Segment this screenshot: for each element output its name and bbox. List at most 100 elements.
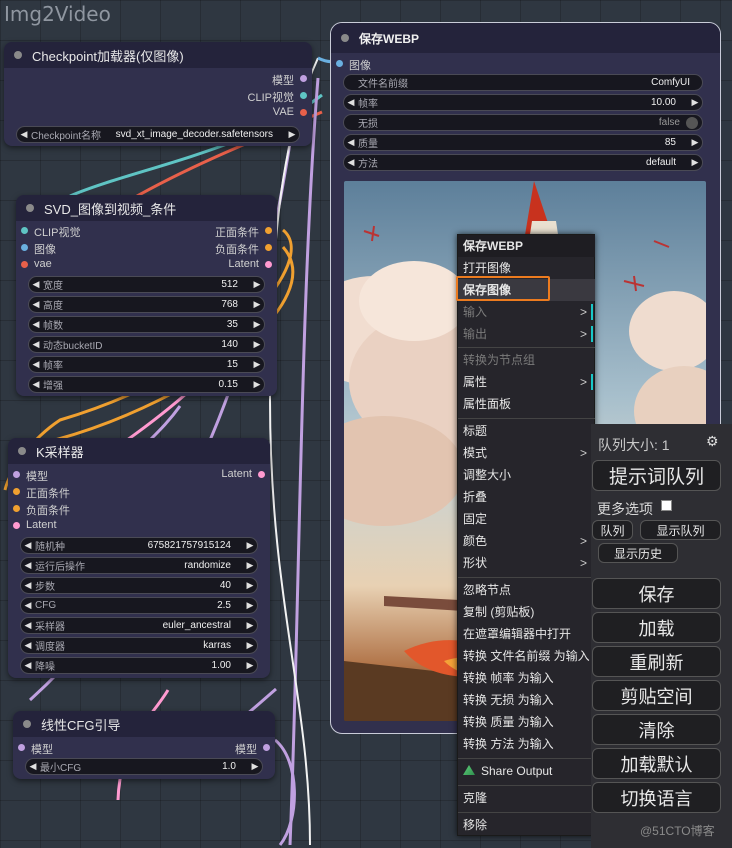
right-arrow-icon[interactable]: ▶ <box>243 580 257 591</box>
sampler-combo[interactable]: ◀ 采样器 euler_ancestral ▶ <box>20 617 258 634</box>
frames-number[interactable]: ◀ 帧数 35 ▶ <box>28 316 265 333</box>
left-arrow-icon[interactable]: ◀ <box>21 580 35 591</box>
method-combo[interactable]: ◀ 方法 default ▶ <box>343 154 703 171</box>
left-arrow-icon[interactable]: ◀ <box>21 620 35 631</box>
input-slot-latent[interactable] <box>13 522 20 529</box>
collapse-dot-icon[interactable] <box>14 51 22 59</box>
augmentation-number[interactable]: ◀ 增强 0.15 ▶ <box>28 376 265 393</box>
motion-bucket-number[interactable]: ◀ 动态bucketID 140 ▶ <box>28 336 265 353</box>
left-arrow-icon[interactable]: ◀ <box>29 279 43 290</box>
menu-bypass[interactable]: 忽略节点 <box>458 579 595 601</box>
width-number[interactable]: ◀ 宽度 512 ▶ <box>28 276 265 293</box>
queue-prompt-button[interactable]: 提示词队列 <box>592 460 721 491</box>
height-number[interactable]: ◀ 高度 768 ▶ <box>28 296 265 313</box>
load-default-button[interactable]: 加载默认 <box>592 748 721 779</box>
collapse-dot-icon[interactable] <box>23 720 31 728</box>
clear-button[interactable]: 清除 <box>592 714 721 745</box>
left-arrow-icon[interactable]: ◀ <box>21 560 35 571</box>
menu-convert-group[interactable]: 转换为节点组 <box>458 349 595 371</box>
right-arrow-icon[interactable]: ▶ <box>688 97 702 108</box>
save-button[interactable]: 保存 <box>592 578 721 609</box>
cfg-number[interactable]: ◀ CFG 2.5 ▶ <box>20 597 258 614</box>
right-arrow-icon[interactable]: ▶ <box>243 660 257 671</box>
seed-number[interactable]: ◀ 随机种 675821757915124 ▶ <box>20 537 258 554</box>
filename-prefix-text[interactable]: 文件名前缀 ComfyUI <box>343 74 703 91</box>
left-arrow-icon[interactable]: ◀ <box>344 137 358 148</box>
right-arrow-icon[interactable]: ▶ <box>250 279 264 290</box>
output-slot-positive[interactable] <box>265 227 272 234</box>
collapse-dot-icon[interactable] <box>26 204 34 212</box>
checkpoint-name-combo[interactable]: ◀ Checkpoint名称 svd_xt_image_decoder.safe… <box>16 126 300 143</box>
right-arrow-icon[interactable]: ▶ <box>243 620 257 631</box>
menu-convert-method[interactable]: 转换 方法 为输入 <box>458 733 595 755</box>
right-arrow-icon[interactable]: ▶ <box>250 339 264 350</box>
steps-number[interactable]: ◀ 步数 40 ▶ <box>20 577 258 594</box>
right-arrow-icon[interactable]: ▶ <box>243 540 257 551</box>
control-after-generate-combo[interactable]: ◀ 运行后操作 randomize ▶ <box>20 557 258 574</box>
menu-share-output[interactable]: Share Output <box>458 760 595 782</box>
left-arrow-icon[interactable]: ◀ <box>17 129 31 140</box>
right-arrow-icon[interactable]: ▶ <box>243 600 257 611</box>
menu-remove[interactable]: 移除 <box>458 814 595 836</box>
menu-convert-lossless[interactable]: 转换 无损 为输入 <box>458 689 595 711</box>
output-slot-latent[interactable] <box>265 261 272 268</box>
svd-conditioning-node[interactable]: SVD_图像到视频_条件 CLIP视觉 正面条件 图像 负面条件 vae Latent… <box>16 195 277 396</box>
output-slot-model[interactable] <box>300 75 307 82</box>
checkpoint-loader-node[interactable]: Checkpoint加载器(仅图像) 模型 CLIP视觉 VAE ◀ Check… <box>4 42 312 146</box>
right-arrow-icon[interactable]: ▶ <box>688 137 702 148</box>
right-arrow-icon[interactable]: ▶ <box>248 761 262 772</box>
fps-number[interactable]: ◀ 帧率 10.00 ▶ <box>343 94 703 111</box>
cfg-guidance-node[interactable]: 线性CFG引导 模型 模型 ◀ 最小CFG 1.0 ▶ <box>13 711 275 779</box>
input-slot-image[interactable] <box>21 244 28 251</box>
menu-convert-quality[interactable]: 转换 质量 为输入 <box>458 711 595 733</box>
left-arrow-icon[interactable]: ◀ <box>21 540 35 551</box>
left-arrow-icon[interactable]: ◀ <box>21 600 35 611</box>
menu-title-edit[interactable]: 标题 <box>458 420 595 442</box>
menu-properties-panel[interactable]: 属性面板 <box>458 393 595 415</box>
settings-gear-icon[interactable]: ⚙ <box>706 433 719 450</box>
right-arrow-icon[interactable]: ▶ <box>688 157 702 168</box>
quality-number[interactable]: ◀ 质量 85 ▶ <box>343 134 703 151</box>
output-slot-vae[interactable] <box>300 109 307 116</box>
menu-clone[interactable]: 克隆 <box>458 787 595 809</box>
right-arrow-icon[interactable]: ▶ <box>250 299 264 310</box>
input-slot-vae[interactable] <box>21 261 28 268</box>
menu-resize[interactable]: 调整大小 <box>458 464 595 486</box>
input-slot-image[interactable] <box>336 60 343 67</box>
menu-shapes[interactable]: 形状 > <box>458 552 595 574</box>
menu-colors[interactable]: 颜色 > <box>458 530 595 552</box>
left-arrow-icon[interactable]: ◀ <box>29 359 43 370</box>
input-slot-model[interactable] <box>18 744 25 751</box>
menu-convert-fps[interactable]: 转换 帧率 为输入 <box>458 667 595 689</box>
right-arrow-icon[interactable]: ▶ <box>243 560 257 571</box>
left-arrow-icon[interactable]: ◀ <box>29 319 43 330</box>
left-arrow-icon[interactable]: ◀ <box>29 299 43 310</box>
left-arrow-icon[interactable]: ◀ <box>21 640 35 651</box>
output-slot-latent[interactable] <box>258 471 265 478</box>
menu-outputs[interactable]: 输出 > <box>458 323 595 345</box>
menu-convert-filename-prefix[interactable]: 转换 文件名前缀 为输入 <box>458 645 595 667</box>
view-queue-button[interactable]: 显示队列 <box>640 520 721 540</box>
output-slot-clip-vision[interactable] <box>300 92 307 99</box>
clipspace-button[interactable]: 剪贴空间 <box>592 680 721 711</box>
input-slot-model[interactable] <box>13 471 20 478</box>
collapse-dot-icon[interactable] <box>18 447 26 455</box>
menu-inputs[interactable]: 输入 > <box>458 301 595 323</box>
left-arrow-icon[interactable]: ◀ <box>344 97 358 108</box>
menu-copy-clipspace[interactable]: 复制 (剪贴板) <box>458 601 595 623</box>
load-button[interactable]: 加载 <box>592 612 721 643</box>
left-arrow-icon[interactable]: ◀ <box>344 157 358 168</box>
left-arrow-icon[interactable]: ◀ <box>29 339 43 350</box>
right-arrow-icon[interactable]: ▶ <box>250 359 264 370</box>
output-slot-negative[interactable] <box>265 244 272 251</box>
menu-open-mask-editor[interactable]: 在遮罩编辑器中打开 <box>458 623 595 645</box>
right-arrow-icon[interactable]: ▶ <box>250 319 264 330</box>
right-arrow-icon[interactable]: ▶ <box>243 640 257 651</box>
refresh-button[interactable]: 重刷新 <box>592 646 721 677</box>
denoise-number[interactable]: ◀ 降噪 1.00 ▶ <box>20 657 258 674</box>
menu-properties[interactable]: 属性 > <box>458 371 595 393</box>
left-arrow-icon[interactable]: ◀ <box>29 379 43 390</box>
min-cfg-number[interactable]: ◀ 最小CFG 1.0 ▶ <box>25 758 263 775</box>
input-slot-clip-vision[interactable] <box>21 227 28 234</box>
input-slot-negative[interactable] <box>13 505 20 512</box>
